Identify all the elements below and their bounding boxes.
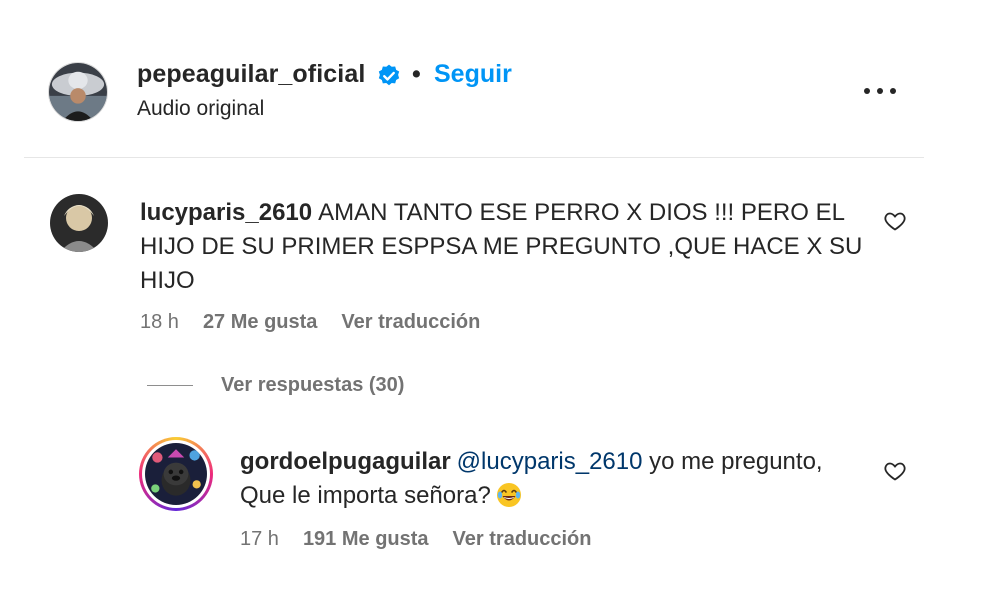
like-heart-icon[interactable] — [883, 459, 907, 483]
replies-line — [147, 385, 193, 386]
comment-likes[interactable]: 27 Me gusta — [203, 311, 317, 334]
reply-avatar — [145, 443, 207, 505]
more-options-icon[interactable] — [862, 77, 898, 105]
reply-avatar-story-ring[interactable] — [139, 437, 213, 511]
reply-mention[interactable]: @lucyparis_2610 — [457, 448, 643, 475]
author-avatar[interactable] — [48, 62, 108, 122]
comment-avatar[interactable] — [50, 194, 108, 252]
author-username[interactable]: pepeaguilar_oficial — [137, 60, 365, 89]
reply-body: gordoelpugaguilar @lucyparis_2610 yo me p… — [240, 445, 860, 513]
comment-body: lucyparis_2610 AMAN TANTO ESE PERRO X DIO… — [140, 196, 870, 298]
like-heart-icon[interactable] — [883, 209, 907, 233]
comment-time: 18 h — [140, 311, 179, 333]
reply-likes[interactable]: 191 Me gusta — [303, 528, 429, 551]
translate-link[interactable]: Ver traducción — [341, 311, 480, 334]
translate-link[interactable]: Ver traducción — [453, 528, 592, 551]
view-replies-label: Ver respuestas (30) — [221, 374, 405, 396]
header-divider — [24, 157, 924, 158]
comment-meta: 18 h 27 Me gusta Ver traducción — [140, 311, 480, 334]
comment-username[interactable]: lucyparis_2610 — [140, 199, 312, 226]
reply-username[interactable]: gordoelpugaguilar — [240, 448, 451, 475]
reply-time: 17 h — [240, 528, 279, 550]
post-header: pepeaguilar_oficial • Seguir Audio origi… — [0, 0, 992, 158]
laughing-tears-emoji-icon — [495, 481, 523, 509]
audio-label[interactable]: Audio original — [137, 97, 264, 121]
verified-badge-icon — [376, 63, 402, 89]
separator-dot: • — [412, 60, 421, 88]
view-replies-button[interactable]: Ver respuestas (30) — [147, 374, 404, 397]
reply-meta: 17 h 191 Me gusta Ver traducción — [240, 528, 591, 551]
follow-button[interactable]: Seguir — [434, 60, 512, 89]
